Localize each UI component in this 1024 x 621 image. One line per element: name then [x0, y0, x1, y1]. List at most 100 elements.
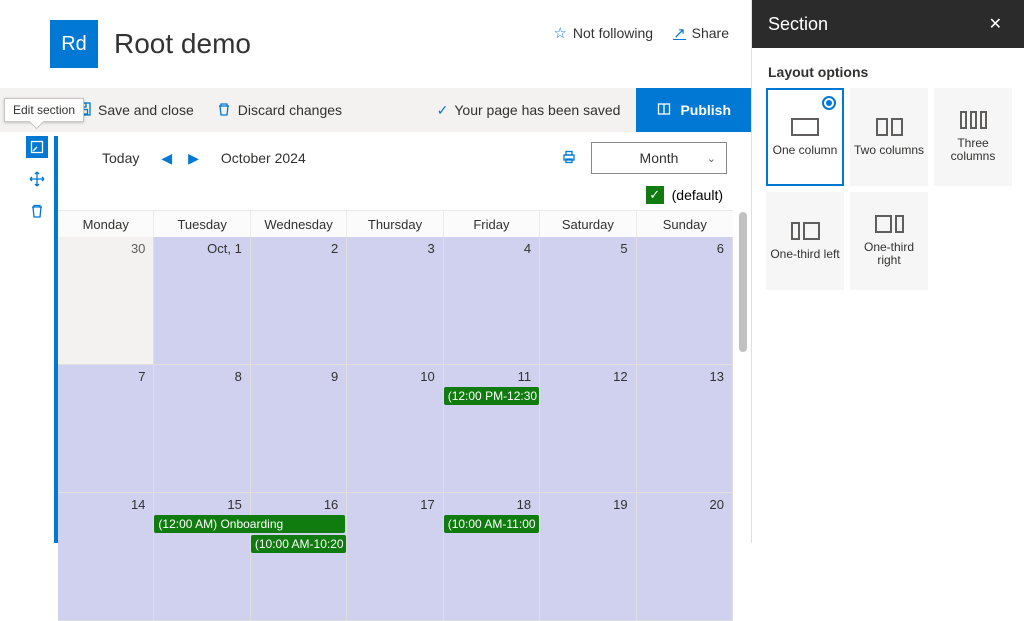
- day-number: 18: [517, 497, 531, 512]
- layout-option-label: Two columns: [854, 144, 924, 157]
- day-cell[interactable]: 30: [58, 237, 154, 365]
- day-cell[interactable]: 7: [58, 365, 154, 493]
- day-number: 30: [131, 241, 145, 256]
- day-cell[interactable]: 14: [58, 493, 154, 621]
- day-cell[interactable]: 13: [637, 365, 733, 493]
- day-cell[interactable]: 20: [637, 493, 733, 621]
- day-cell[interactable]: 12: [540, 365, 636, 493]
- share-button[interactable]: Share: [673, 25, 729, 41]
- calendar-toolbar: Today ◀ ▶ October 2024 Month ⌄: [58, 136, 733, 180]
- publish-label: Publish: [680, 102, 731, 118]
- view-select[interactable]: Month ⌄: [591, 142, 727, 174]
- day-cell[interactable]: 19: [540, 493, 636, 621]
- day-number: 14: [131, 497, 145, 512]
- dow-header-cell: Monday: [58, 211, 154, 237]
- follow-button[interactable]: Not following: [553, 24, 653, 42]
- current-month-label: October 2024: [221, 150, 306, 166]
- follow-label: Not following: [573, 25, 653, 41]
- day-cell[interactable]: 15(12:00 AM) Onboarding: [154, 493, 250, 621]
- layout-option[interactable]: Three columns: [934, 88, 1012, 186]
- day-cell[interactable]: 6: [637, 237, 733, 365]
- dow-header-row: MondayTuesdayWednesdayThursdayFridaySatu…: [58, 211, 733, 237]
- layout-option[interactable]: One-third left: [766, 192, 844, 290]
- layout-option-label: One column: [773, 144, 838, 157]
- default-legend-check[interactable]: ✓: [646, 186, 664, 204]
- day-number: 2: [331, 241, 338, 256]
- dow-header-cell: Sunday: [637, 211, 733, 237]
- day-number: 6: [717, 241, 724, 256]
- week-row: 30 Oct, 1 2 3 4 5 6: [58, 237, 733, 365]
- day-number: 10: [420, 369, 434, 384]
- day-cell[interactable]: 4: [444, 237, 540, 365]
- section-panel: Section ✕ Layout options One columnTwo c…: [751, 0, 1024, 543]
- day-cell[interactable]: 16 (10:00 AM-10:20: [251, 493, 347, 621]
- section-rail: [26, 136, 48, 222]
- calendar-event[interactable]: (10:00 AM-11:00: [444, 515, 539, 533]
- day-cell[interactable]: 5: [540, 237, 636, 365]
- day-number: 4: [524, 241, 531, 256]
- check-icon: [437, 102, 449, 119]
- layout-icon: [875, 215, 904, 233]
- day-number: 7: [138, 369, 145, 384]
- day-cell[interactable]: 11 (12:00 PM-12:30: [444, 365, 540, 493]
- day-number: 12: [613, 369, 627, 384]
- site-logo[interactable]: Rd: [50, 20, 98, 68]
- next-month-button[interactable]: ▶: [184, 146, 203, 171]
- print-button[interactable]: [561, 149, 577, 168]
- day-cell[interactable]: 3: [347, 237, 443, 365]
- edit-section-button[interactable]: [26, 136, 48, 158]
- day-cell[interactable]: 8: [154, 365, 250, 493]
- selected-radio-icon: [822, 96, 836, 110]
- calendar-event[interactable]: (10:00 AM-10:20: [251, 535, 346, 553]
- dow-header-cell: Tuesday: [154, 211, 250, 237]
- week-row: 789 10 11 (12:00 PM-12:30 12 13: [58, 365, 733, 493]
- day-cell[interactable]: 17: [347, 493, 443, 621]
- page-title[interactable]: Root demo: [114, 28, 251, 60]
- view-select-value: Month: [640, 150, 679, 166]
- today-button[interactable]: Today: [102, 150, 139, 166]
- header-actions: Not following Share: [553, 24, 729, 42]
- share-icon: [673, 25, 686, 41]
- dow-header-cell: Thursday: [347, 211, 443, 237]
- layout-option[interactable]: One-third right: [850, 192, 928, 290]
- day-cell[interactable]: Oct, 1: [154, 237, 250, 365]
- layout-options-grid: One columnTwo columnsThree columnsOne-th…: [752, 88, 1024, 290]
- layout-option[interactable]: Two columns: [850, 88, 928, 186]
- dow-header-cell: Friday: [444, 211, 540, 237]
- command-bar: Save and close Discard changes Your page…: [0, 88, 751, 132]
- day-number: 17: [420, 497, 434, 512]
- layout-icon: [960, 111, 987, 129]
- move-section-button[interactable]: [26, 168, 48, 190]
- day-cell[interactable]: 18 (10:00 AM-11:00: [444, 493, 540, 621]
- panel-header: Section ✕: [752, 0, 1024, 48]
- day-cell[interactable]: 10: [347, 365, 443, 493]
- layout-icon: [791, 118, 819, 136]
- layout-icon: [876, 118, 903, 136]
- delete-section-button[interactable]: [26, 200, 48, 222]
- publish-icon: [656, 101, 672, 120]
- calendar-event[interactable]: (12:00 PM-12:30: [444, 387, 539, 405]
- day-number: 20: [710, 497, 724, 512]
- layout-icon: [791, 222, 820, 240]
- saved-status-label: Your page has been saved: [454, 102, 620, 118]
- week-row: 14 15(12:00 AM) Onboarding 16 (10:00 AM-10:…: [58, 493, 733, 621]
- day-number: 5: [620, 241, 627, 256]
- day-number: 19: [613, 497, 627, 512]
- day-number: 3: [427, 241, 434, 256]
- share-label: Share: [692, 25, 729, 41]
- prev-month-button[interactable]: ◀: [157, 146, 176, 171]
- panel-close-button[interactable]: ✕: [983, 10, 1008, 38]
- day-cell[interactable]: 2: [251, 237, 347, 365]
- scrollbar-thumb[interactable]: [739, 212, 747, 352]
- save-and-close-button[interactable]: Save and close: [76, 101, 194, 120]
- layout-option[interactable]: One column: [766, 88, 844, 186]
- day-cell[interactable]: 9: [251, 365, 347, 493]
- discard-button[interactable]: Discard changes: [216, 101, 342, 120]
- calendar-event[interactable]: (12:00 AM) Onboarding: [154, 515, 345, 533]
- dow-header-cell: Wednesday: [251, 211, 347, 237]
- day-number: 11: [518, 369, 532, 384]
- edit-section-tooltip: Edit section: [4, 98, 84, 122]
- day-number: Oct, 1: [207, 241, 242, 256]
- day-number: 16: [324, 497, 338, 512]
- publish-button[interactable]: Publish: [636, 88, 751, 132]
